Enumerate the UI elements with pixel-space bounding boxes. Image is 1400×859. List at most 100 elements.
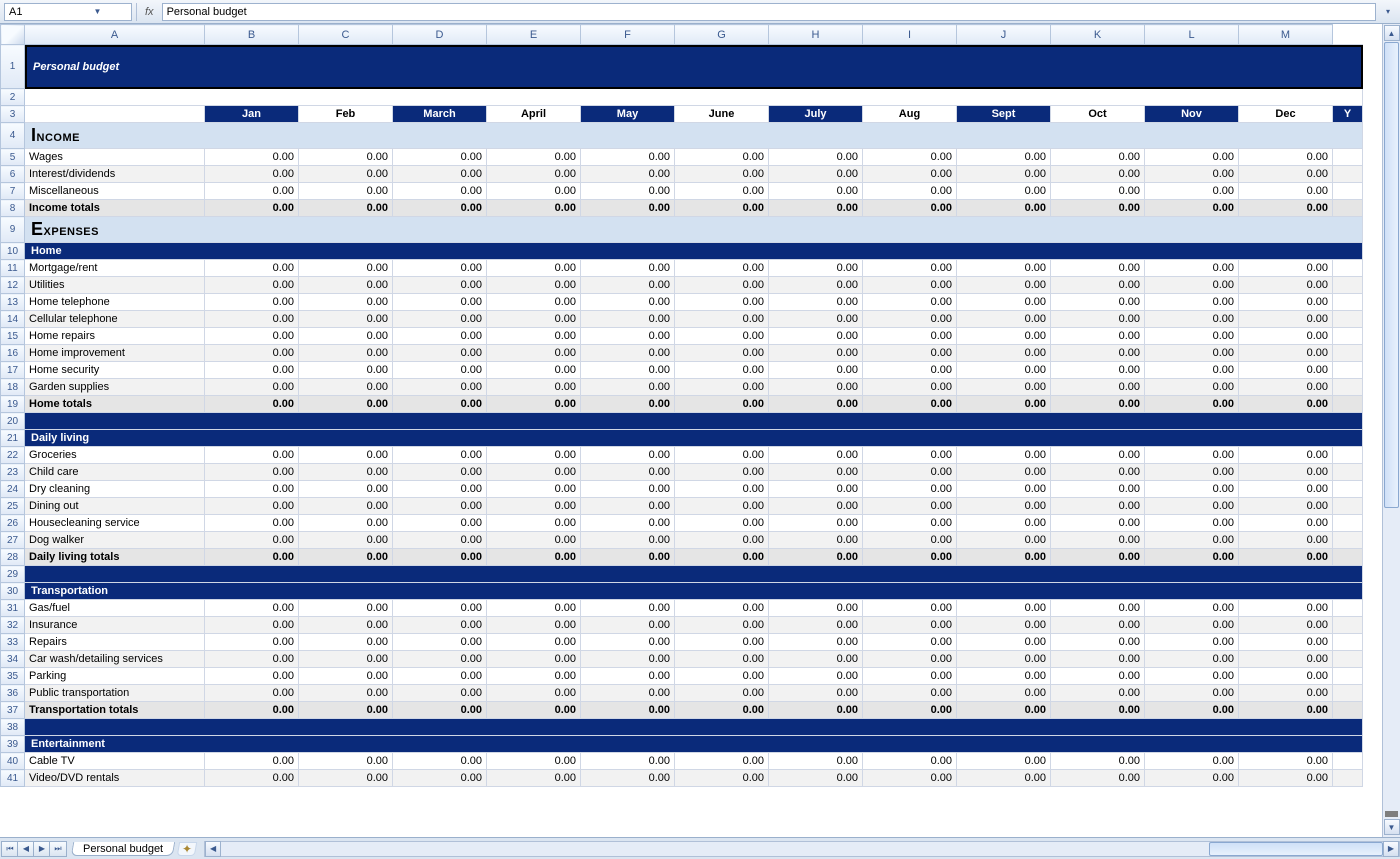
scroll-up-icon[interactable]: ▲ bbox=[1384, 25, 1400, 41]
cell[interactable]: 0.00 bbox=[205, 668, 299, 685]
cell[interactable]: 0.00 bbox=[487, 515, 581, 532]
cell[interactable]: 0.00 bbox=[487, 617, 581, 634]
column-header[interactable]: M bbox=[1239, 25, 1333, 45]
cell[interactable]: 0.00 bbox=[487, 183, 581, 200]
cell[interactable]: 0.00 bbox=[957, 260, 1051, 277]
cell[interactable]: 0.00 bbox=[299, 549, 393, 566]
cell[interactable]: 0.00 bbox=[769, 481, 863, 498]
hscroll-track[interactable] bbox=[221, 842, 1383, 856]
cell[interactable]: 0.00 bbox=[487, 651, 581, 668]
row-header[interactable]: 15 bbox=[1, 328, 25, 345]
cell[interactable]: 0.00 bbox=[769, 396, 863, 413]
cell[interactable]: 0.00 bbox=[675, 532, 769, 549]
cell[interactable]: 0.00 bbox=[205, 498, 299, 515]
cell[interactable]: 0.00 bbox=[299, 651, 393, 668]
cell[interactable]: 0.00 bbox=[863, 260, 957, 277]
cell[interactable]: 0.00 bbox=[393, 549, 487, 566]
cell[interactable]: 0.00 bbox=[205, 651, 299, 668]
name-box-dropdown-icon[interactable]: ▼ bbox=[68, 5, 127, 19]
cell[interactable]: 0.00 bbox=[487, 200, 581, 217]
cell[interactable]: 0.00 bbox=[769, 379, 863, 396]
cell[interactable]: 0.00 bbox=[957, 549, 1051, 566]
vertical-split-handle[interactable] bbox=[1385, 811, 1398, 817]
row-label[interactable]: Dog walker bbox=[25, 532, 205, 549]
cell[interactable]: 0.00 bbox=[957, 753, 1051, 770]
cell[interactable]: 0.00 bbox=[299, 379, 393, 396]
cell[interactable]: 0.00 bbox=[487, 549, 581, 566]
cell[interactable]: 0.00 bbox=[863, 634, 957, 651]
column-header[interactable]: F bbox=[581, 25, 675, 45]
row-header[interactable]: 25 bbox=[1, 498, 25, 515]
cell[interactable]: 0.00 bbox=[581, 294, 675, 311]
row-header[interactable]: 11 bbox=[1, 260, 25, 277]
cell[interactable]: 0.00 bbox=[957, 668, 1051, 685]
cell[interactable]: 0.00 bbox=[863, 515, 957, 532]
cell[interactable]: 0.00 bbox=[487, 498, 581, 515]
cell[interactable]: 0.00 bbox=[1239, 634, 1333, 651]
cell[interactable]: 0.00 bbox=[957, 294, 1051, 311]
cell[interactable]: 0.00 bbox=[675, 328, 769, 345]
cell[interactable]: 0.00 bbox=[205, 617, 299, 634]
cell[interactable]: 0.00 bbox=[581, 651, 675, 668]
cell[interactable]: 0.00 bbox=[1145, 260, 1239, 277]
cell[interactable]: 0.00 bbox=[205, 311, 299, 328]
row-header[interactable]: 30 bbox=[1, 583, 25, 600]
month-header[interactable]: March bbox=[393, 106, 487, 123]
cell[interactable]: 0.00 bbox=[1145, 617, 1239, 634]
row-header[interactable]: 13 bbox=[1, 294, 25, 311]
cell[interactable]: 0.00 bbox=[581, 753, 675, 770]
cell[interactable]: 0.00 bbox=[299, 617, 393, 634]
row-header[interactable]: 33 bbox=[1, 634, 25, 651]
row-header[interactable]: 40 bbox=[1, 753, 25, 770]
row-label[interactable]: Income totals bbox=[25, 200, 205, 217]
cell[interactable]: 0.00 bbox=[487, 532, 581, 549]
cell[interactable]: 0.00 bbox=[1145, 447, 1239, 464]
cell[interactable]: 0.00 bbox=[393, 668, 487, 685]
cell[interactable]: 0.00 bbox=[1145, 498, 1239, 515]
cell[interactable]: 0.00 bbox=[487, 345, 581, 362]
row-header[interactable]: 21 bbox=[1, 430, 25, 447]
cell[interactable]: 0.00 bbox=[1051, 311, 1145, 328]
cell[interactable]: 0.00 bbox=[1145, 549, 1239, 566]
row-label[interactable]: Home repairs bbox=[25, 328, 205, 345]
cell[interactable]: 0.00 bbox=[581, 183, 675, 200]
cell[interactable]: 0.00 bbox=[957, 379, 1051, 396]
cell[interactable]: 0.00 bbox=[863, 464, 957, 481]
cell[interactable]: 0.00 bbox=[1145, 311, 1239, 328]
cell[interactable]: 0.00 bbox=[863, 770, 957, 787]
row-label[interactable]: Interest/dividends bbox=[25, 166, 205, 183]
cell[interactable]: 0.00 bbox=[299, 200, 393, 217]
cell[interactable]: 0.00 bbox=[769, 447, 863, 464]
subsection-header[interactable]: Daily living bbox=[25, 430, 1363, 447]
row-label[interactable]: Repairs bbox=[25, 634, 205, 651]
row-header[interactable]: 5 bbox=[1, 149, 25, 166]
cell[interactable]: 0.00 bbox=[1051, 770, 1145, 787]
cell[interactable]: 0.00 bbox=[1051, 200, 1145, 217]
cell[interactable]: 0.00 bbox=[581, 311, 675, 328]
cell[interactable]: 0.00 bbox=[581, 549, 675, 566]
cell[interactable]: 0.00 bbox=[1051, 481, 1145, 498]
cell[interactable]: 0.00 bbox=[581, 362, 675, 379]
cell[interactable]: 0.00 bbox=[1145, 651, 1239, 668]
cell[interactable]: 0.00 bbox=[1239, 260, 1333, 277]
cell[interactable]: 0.00 bbox=[863, 685, 957, 702]
cell[interactable]: 0.00 bbox=[581, 702, 675, 719]
cell[interactable]: 0.00 bbox=[205, 770, 299, 787]
cell[interactable]: 0.00 bbox=[957, 600, 1051, 617]
cell[interactable]: 0.00 bbox=[769, 532, 863, 549]
cell[interactable]: 0.00 bbox=[769, 464, 863, 481]
cell[interactable]: 0.00 bbox=[487, 311, 581, 328]
grid-viewport[interactable]: ABCDEFGHIJKLM1Personal budget23JanFebMar… bbox=[0, 24, 1382, 837]
cell[interactable]: 0.00 bbox=[1051, 685, 1145, 702]
cell[interactable]: 0.00 bbox=[1239, 166, 1333, 183]
cell[interactable]: 0.00 bbox=[1145, 770, 1239, 787]
row-header[interactable]: 24 bbox=[1, 481, 25, 498]
cell[interactable]: 0.00 bbox=[957, 277, 1051, 294]
cell[interactable]: 0.00 bbox=[299, 685, 393, 702]
cell[interactable]: 0.00 bbox=[581, 668, 675, 685]
cell[interactable]: 0.00 bbox=[1145, 294, 1239, 311]
row-header[interactable]: 39 bbox=[1, 736, 25, 753]
cell[interactable]: 0.00 bbox=[487, 753, 581, 770]
cell[interactable]: 0.00 bbox=[205, 200, 299, 217]
column-header[interactable]: A bbox=[25, 25, 205, 45]
